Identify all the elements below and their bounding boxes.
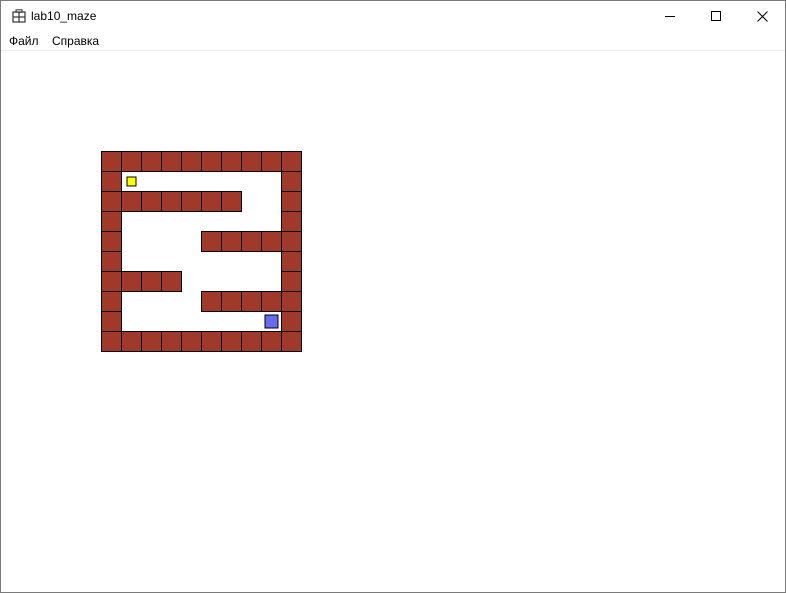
- maze-wall-block: [221, 331, 242, 352]
- maze-wall-block: [281, 291, 302, 312]
- maze-wall-block: [241, 291, 262, 312]
- window-title: lab10_maze: [31, 9, 97, 23]
- maximize-button[interactable]: [693, 1, 739, 31]
- maze-wall-block: [241, 151, 262, 172]
- maze-wall-block: [281, 231, 302, 252]
- maze-wall-block: [101, 331, 122, 352]
- exit-marker: [264, 314, 279, 329]
- maze-wall-block: [281, 251, 302, 272]
- maze-wall-block: [261, 231, 282, 252]
- maze-wall-block: [221, 191, 242, 212]
- maximize-icon: [711, 11, 721, 21]
- maze-wall-block: [221, 291, 242, 312]
- maze-wall-block: [181, 331, 202, 352]
- maze-wall-block: [141, 151, 162, 172]
- maze-wall-block: [281, 271, 302, 292]
- maze-wall-block: [281, 211, 302, 232]
- maze-wall-block: [201, 191, 222, 212]
- maze-wall-block: [281, 171, 302, 192]
- maze-wall-block: [101, 271, 122, 292]
- maze-wall-block: [161, 151, 182, 172]
- minimize-icon: [665, 16, 675, 17]
- maze-wall-block: [161, 271, 182, 292]
- close-icon: [756, 10, 768, 22]
- maze-wall-block: [281, 311, 302, 332]
- maze-wall-block: [141, 331, 162, 352]
- maze-wall-block: [121, 191, 142, 212]
- app-window: lab10_maze Файл Справка: [0, 0, 786, 593]
- minimize-button[interactable]: [647, 1, 693, 31]
- maze-wall-block: [241, 231, 262, 252]
- maze-wall-block: [101, 251, 122, 272]
- maze-wall-block: [141, 271, 162, 292]
- maze-wall-block: [261, 331, 282, 352]
- maze-wall-block: [101, 151, 122, 172]
- maze-wall-block: [181, 151, 202, 172]
- maze-wall-block: [101, 171, 122, 192]
- maze-wall-block: [181, 191, 202, 212]
- client-area: [1, 51, 785, 592]
- maze-wall-block: [261, 151, 282, 172]
- menu-help[interactable]: Справка: [52, 34, 99, 48]
- maze-wall-block: [141, 191, 162, 212]
- maze-wall-block: [161, 191, 182, 212]
- maze-wall-block: [121, 151, 142, 172]
- maze-wall-block: [221, 151, 242, 172]
- maze-wall-block: [281, 151, 302, 172]
- maze-wall-block: [201, 231, 222, 252]
- maze-wall-block: [161, 331, 182, 352]
- title-bar[interactable]: lab10_maze: [1, 1, 785, 32]
- maze-wall-block: [241, 331, 262, 352]
- maze-wall-block: [201, 151, 222, 172]
- maze-app-icon: [12, 9, 26, 23]
- maze-wall-block: [261, 291, 282, 312]
- maze-wall-block: [201, 331, 222, 352]
- maze-board: [101, 151, 302, 352]
- maze-wall-block: [221, 231, 242, 252]
- maze-wall-block: [101, 311, 122, 332]
- maze-wall-block: [101, 291, 122, 312]
- close-button[interactable]: [739, 1, 785, 31]
- maze-wall-block: [281, 191, 302, 212]
- maze-wall-block: [121, 331, 142, 352]
- maze-wall-block: [201, 291, 222, 312]
- maze-wall-block: [101, 191, 122, 212]
- menu-bar: Файл Справка: [1, 32, 785, 51]
- menu-file[interactable]: Файл: [9, 34, 39, 48]
- maze-wall-block: [121, 271, 142, 292]
- player-marker: [126, 176, 137, 187]
- maze-wall-block: [101, 211, 122, 232]
- maze-wall-block: [101, 231, 122, 252]
- maze-wall-block: [281, 331, 302, 352]
